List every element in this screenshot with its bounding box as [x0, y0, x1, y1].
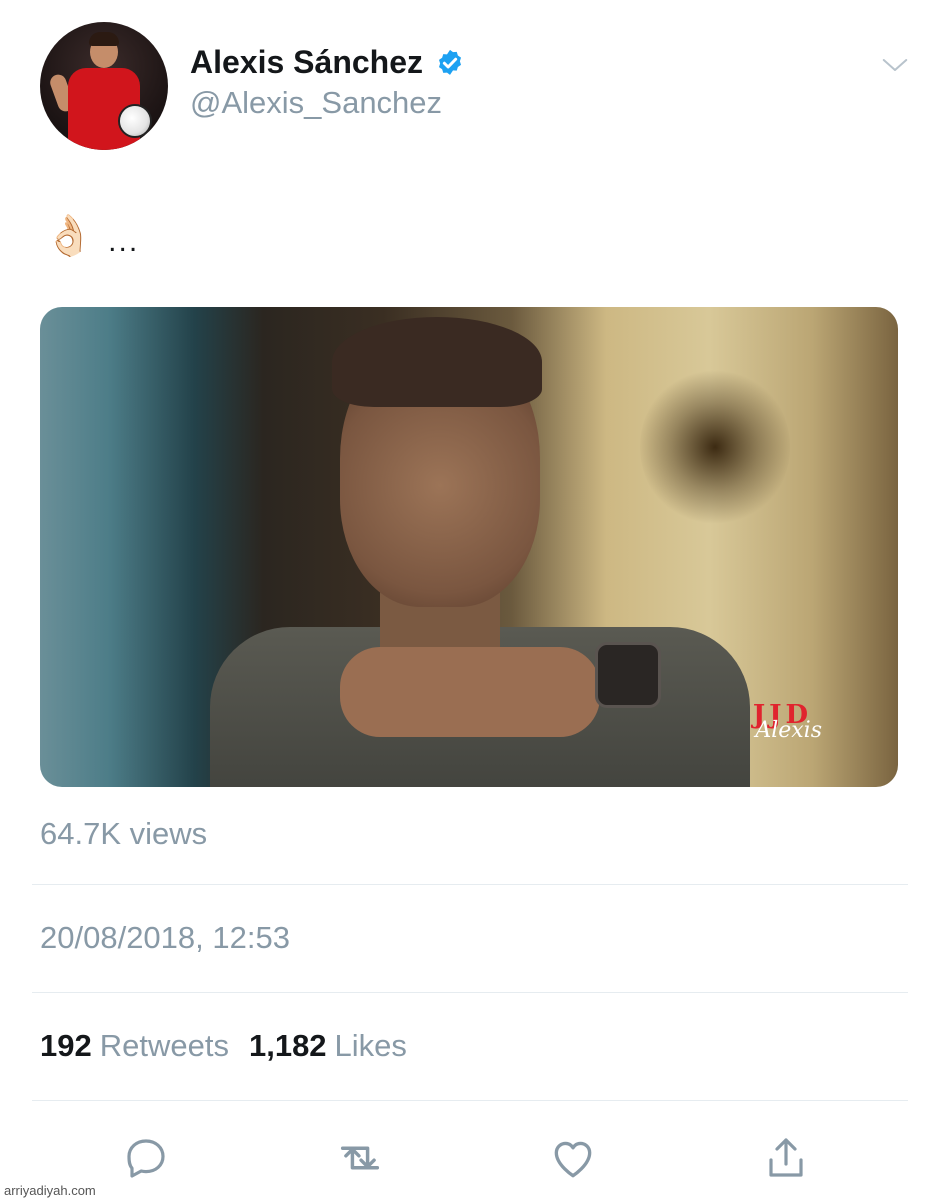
video-thumbnail[interactable]: JJD Alexis [40, 307, 898, 787]
like-button[interactable] [543, 1128, 603, 1188]
watermark-signature: Alexis [755, 718, 822, 743]
tweet-text: 👌🏻 ... [44, 212, 139, 259]
tweet-body: ... [108, 225, 140, 258]
video-wristwatch [595, 642, 661, 708]
site-watermark: arriyadiyah.com [4, 1183, 96, 1198]
tweet-header: Alexis Sánchez @Alexis_Sanchez [40, 22, 910, 152]
author-handle[interactable]: @Alexis_Sanchez [190, 85, 465, 121]
like-icon [554, 1141, 592, 1178]
reply-button[interactable] [116, 1128, 176, 1188]
video-watermark: JJD Alexis [753, 700, 822, 743]
verified-badge-icon [439, 49, 462, 75]
reply-icon [127, 1139, 165, 1178]
likes-count[interactable]: 1,182 [249, 1028, 327, 1063]
avatar-football [118, 104, 152, 138]
divider [32, 992, 908, 993]
retweets-label[interactable]: Retweets [100, 1028, 229, 1063]
action-bar [0, 1128, 940, 1188]
background-glow [640, 367, 790, 527]
chevron-down-icon[interactable] [880, 50, 910, 80]
retweet-button[interactable] [330, 1128, 390, 1188]
share-button[interactable] [756, 1128, 816, 1188]
tweet-timestamp[interactable]: 20/08/2018, 12:53 [40, 920, 290, 956]
author-display-name[interactable]: Alexis Sánchez [190, 44, 423, 81]
share-icon [769, 1138, 803, 1177]
likes-label[interactable]: Likes [335, 1028, 407, 1063]
divider [32, 1100, 908, 1101]
ok-hand-emoji: 👌🏻 [44, 214, 94, 258]
author-names: Alexis Sánchez @Alexis_Sanchez [190, 44, 465, 121]
avatar-hair [89, 32, 119, 46]
video-person-hair [332, 317, 542, 407]
avatar[interactable] [40, 22, 168, 150]
engagement-stats: 192 Retweets 1,182 Likes [40, 1028, 427, 1064]
video-person-hands [340, 647, 600, 737]
retweets-count[interactable]: 192 [40, 1028, 92, 1063]
divider [32, 884, 908, 885]
retweet-icon [340, 1146, 380, 1170]
view-count: 64.7K views [40, 816, 208, 851]
